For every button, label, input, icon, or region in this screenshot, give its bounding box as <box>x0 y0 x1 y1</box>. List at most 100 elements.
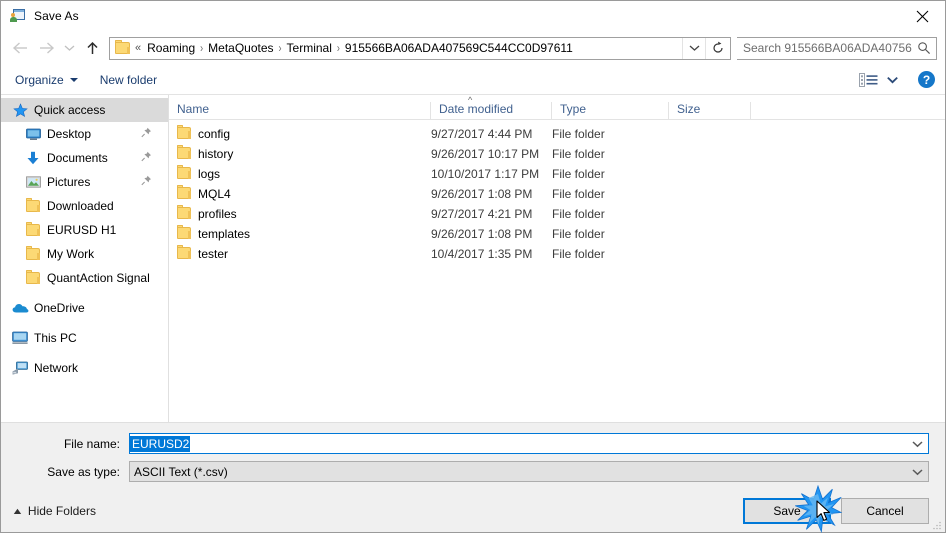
main-content: Quick access Desktop Documents Pictures … <box>1 95 945 422</box>
organize-button[interactable]: Organize <box>15 73 78 87</box>
sidebar-item-quick-access[interactable]: Quick access <box>1 98 168 122</box>
file-name-cell: templates <box>169 224 431 242</box>
folder-icon <box>24 222 42 238</box>
organize-label: Organize <box>15 72 64 87</box>
folder-icon <box>177 204 191 222</box>
column-header-size[interactable]: Size <box>669 102 751 119</box>
chevron-down-icon <box>64 45 74 51</box>
window-title: Save As <box>34 9 79 23</box>
table-row[interactable]: logs 10/10/2017 1:17 PM File folder <box>169 164 945 184</box>
pin-icon <box>141 127 152 141</box>
network-icon <box>11 360 29 376</box>
table-row[interactable]: profiles 9/27/2017 4:21 PM File folder <box>169 204 945 224</box>
folder-icon <box>177 244 191 262</box>
sidebar-item-quantaction-signal[interactable]: QuantAction Signal <box>1 266 168 290</box>
refresh-button[interactable] <box>705 37 730 59</box>
breadcrumb: « Roaming › MetaQuotes › Terminal › 9155… <box>134 40 682 56</box>
recent-locations-button[interactable] <box>59 35 79 61</box>
view-dropdown-button[interactable] <box>882 67 902 93</box>
hide-folders-button[interactable]: ▲ Hide Folders <box>11 504 96 518</box>
sidebar-item-label: This PC <box>34 331 77 345</box>
column-header-type[interactable]: Type <box>552 102 669 119</box>
table-row[interactable]: templates 9/26/2017 1:08 PM File folder <box>169 224 945 244</box>
view-options-button[interactable] <box>859 72 878 87</box>
save-as-type-label: Save as type: <box>47 464 120 479</box>
table-row[interactable]: history 9/26/2017 10:17 PM File folder <box>169 144 945 164</box>
save-as-type-dropdown-button[interactable] <box>906 462 928 481</box>
file-name-input[interactable]: EURUSD2 <box>129 433 929 454</box>
sidebar-item-label: Desktop <box>47 127 92 141</box>
save-button[interactable]: Save <box>743 498 831 524</box>
chevron-down-icon <box>689 45 699 51</box>
save-as-type-row: Save as type: ASCII Text (*.csv) <box>17 461 929 482</box>
help-icon: ? <box>922 72 931 87</box>
file-name-dropdown-button[interactable] <box>906 434 928 453</box>
resize-grip[interactable] <box>932 519 942 530</box>
sidebar-item-onedrive[interactable]: OneDrive <box>1 296 168 320</box>
this-pc-icon <box>11 330 29 346</box>
file-name-value: EURUSD2 <box>130 435 191 452</box>
breadcrumb-item-1[interactable]: MetaQuotes <box>205 40 276 56</box>
file-name-cell: logs <box>169 164 431 182</box>
folder-icon <box>24 270 42 286</box>
file-date-cell: 9/26/2017 1:08 PM <box>431 227 533 241</box>
file-date-cell: 10/4/2017 1:35 PM <box>431 247 533 261</box>
command-bar: Organize New folder ? <box>1 65 945 95</box>
save-as-type-select[interactable]: ASCII Text (*.csv) <box>129 461 929 482</box>
column-header-name[interactable]: Name <box>169 102 431 119</box>
breadcrumb-overflow[interactable]: « <box>135 42 141 54</box>
help-button[interactable]: ? <box>918 71 935 88</box>
file-list-pane: Name Date modified Type Size ^ config 9/… <box>169 95 945 422</box>
table-row[interactable]: config 9/27/2017 4:44 PM File folder <box>169 124 945 144</box>
file-type-cell: File folder <box>552 247 605 261</box>
sidebar-item-network[interactable]: Network <box>1 356 168 380</box>
address-dropdown-button[interactable] <box>682 37 705 59</box>
breadcrumb-item-0[interactable]: Roaming <box>144 40 198 56</box>
cancel-button[interactable]: Cancel <box>841 498 929 524</box>
sidebar-item-documents[interactable]: Documents <box>1 146 168 170</box>
file-name-cell: config <box>169 124 431 142</box>
up-button[interactable] <box>79 35 105 61</box>
folder-icon <box>177 184 191 202</box>
close-button[interactable] <box>899 1 945 31</box>
onedrive-icon <box>11 300 29 316</box>
search-input[interactable]: Search 915566BA06ADA40756... <box>737 41 912 55</box>
file-name-cell: profiles <box>169 204 431 222</box>
new-folder-button[interactable]: New folder <box>100 73 157 87</box>
file-date-cell: 9/27/2017 4:21 PM <box>431 207 533 221</box>
folder-icon <box>115 40 130 54</box>
pin-icon <box>141 151 152 165</box>
address-bar[interactable]: « Roaming › MetaQuotes › Terminal › 9155… <box>109 36 731 60</box>
chevron-down-icon <box>911 468 923 475</box>
breadcrumb-item-3[interactable]: 915566BA06ADA407569C544CC0D97611 <box>342 40 576 56</box>
forward-button[interactable] <box>33 35 59 61</box>
refresh-icon <box>713 41 723 53</box>
new-folder-label: New folder <box>99 72 158 87</box>
desktop-icon <box>24 126 42 142</box>
search-box[interactable]: Search 915566BA06ADA40756... <box>737 36 937 60</box>
folder-icon <box>177 224 191 242</box>
sidebar-item-eurusd-h1[interactable]: EURUSD H1 <box>1 218 168 242</box>
chevron-right-icon: › <box>278 41 282 55</box>
sidebar-item-pictures[interactable]: Pictures <box>1 170 168 194</box>
forward-arrow-icon <box>39 42 54 54</box>
documents-icon <box>24 150 42 166</box>
back-button[interactable] <box>7 35 33 61</box>
sidebar-item-desktop[interactable]: Desktop <box>1 122 168 146</box>
title-bar: Save As <box>1 1 945 31</box>
breadcrumb-item-2[interactable]: Terminal <box>284 40 335 56</box>
sidebar-item-this-pc[interactable]: This PC <box>1 326 168 350</box>
sidebar-item-label: Documents <box>47 151 108 165</box>
sidebar-item-label: QuantAction Signal <box>47 271 150 285</box>
table-row[interactable]: MQL4 9/26/2017 1:08 PM File folder <box>169 184 945 204</box>
sidebar-item-downloaded[interactable]: Downloaded <box>1 194 168 218</box>
table-row[interactable]: tester 10/4/2017 1:35 PM File folder <box>169 244 945 264</box>
chevron-down-icon <box>911 440 923 447</box>
file-type-cell: File folder <box>552 227 605 241</box>
sidebar-item-my-work[interactable]: My Work <box>1 242 168 266</box>
column-header-date-modified[interactable]: Date modified <box>431 102 552 119</box>
sidebar-item-label: Downloaded <box>47 199 114 213</box>
star-icon <box>11 102 29 118</box>
file-name-label: MQL4 <box>198 187 231 201</box>
view-options-icon <box>859 72 878 87</box>
